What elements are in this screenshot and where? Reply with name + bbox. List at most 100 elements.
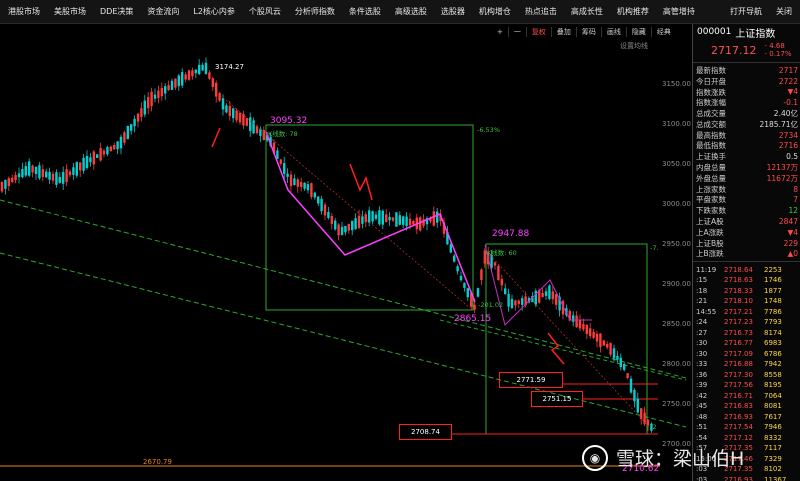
candle-body (483, 250, 486, 264)
candle-body (391, 217, 395, 221)
candle-body (612, 348, 616, 359)
candle-body (38, 165, 41, 179)
tick-price: 2716.93 (724, 412, 753, 421)
stat-row: 最新指数 2717 (693, 65, 800, 76)
menu-item[interactable]: 热点追击 (525, 6, 557, 17)
chart-toolbar: + 一复权 叠加 筹码 画线 隐藏 经典 (492, 26, 676, 38)
tick-row[interactable]: :54 2717.12 8332 (693, 432, 800, 443)
stat-row: 总成交量 2.40亿 (693, 108, 800, 119)
candle-body (408, 218, 412, 226)
y-axis-tick-label: 2850.00 (662, 320, 691, 328)
menu-item[interactable]: 分析师指数 (295, 6, 335, 17)
candle-body (65, 169, 68, 183)
candle-body (72, 167, 75, 175)
menu-item[interactable]: L2核心内参 (193, 6, 235, 17)
candle-body (456, 266, 459, 272)
candle-body (385, 214, 388, 222)
tick-row[interactable]: :42 2716.71 7064 (693, 390, 800, 401)
y-axis-tick-label: 2800.00 (662, 360, 691, 368)
tick-row[interactable]: :15 2718.63 1746 (693, 275, 800, 286)
tick-row[interactable]: :48 2716.93 7617 (693, 411, 800, 422)
tick-row[interactable]: :51 2717.54 7946 (693, 422, 800, 433)
menu-item[interactable]: 资金流向 (147, 6, 179, 17)
candle-body (11, 177, 14, 182)
tick-row[interactable]: 11:19 2718.64 2253 (693, 264, 800, 275)
toolbar-button[interactable]: 复权 (525, 27, 551, 37)
tick-row[interactable]: :36 2717.30 8558 (693, 369, 800, 380)
menu-right: 打开导航 关闭 (724, 6, 800, 17)
toolbar-button[interactable]: 隐藏 (625, 27, 651, 37)
candle-body (4, 179, 7, 189)
menu-right-item[interactable]: 打开导航 (730, 6, 762, 17)
candle-body (344, 225, 347, 233)
candle-body (167, 85, 170, 91)
stat-value: 7 (793, 195, 798, 205)
peak1-label: 3095.32 (270, 116, 308, 126)
toolbar-button[interactable]: 一 (507, 27, 526, 37)
candle-body (235, 110, 238, 121)
tick-time: :39 (696, 381, 708, 390)
tick-volume: 6786 (764, 349, 782, 358)
level-box-2708[interactable]: 2708.74 (399, 424, 452, 440)
tick-price: 2718.64 (724, 265, 753, 274)
level-box-2771[interactable]: 2771.59 (499, 372, 563, 388)
menu-item[interactable]: 港股市场 (8, 6, 40, 17)
toolbar-button[interactable]: + (492, 27, 508, 37)
menu-item[interactable]: DDE决策 (100, 6, 133, 17)
menu-item[interactable]: 机构推荐 (617, 6, 649, 17)
tick-row[interactable]: :45 2716.83 8081 (693, 401, 800, 412)
stat-label: 指数涨幅 (696, 98, 726, 108)
tick-row[interactable]: :30 2717.09 6786 (693, 348, 800, 359)
candle-body (194, 69, 197, 74)
tick-row[interactable]: :30 2716.77 6983 (693, 338, 800, 349)
candle-body (238, 112, 242, 123)
candle-body (198, 64, 201, 75)
tick-row[interactable]: :27 2716.73 8174 (693, 327, 800, 338)
chart-canvas[interactable] (0, 40, 692, 481)
stat-value: 2.40亿 (773, 109, 798, 119)
stat-label: 最新指数 (696, 65, 726, 75)
candle-body (555, 293, 558, 305)
tick-row[interactable]: :03 2716.93 11367 (693, 474, 800, 481)
candle-body (221, 98, 225, 110)
stat-value: 2734 (778, 130, 798, 140)
tick-row[interactable]: :21 2718.10 1748 (693, 296, 800, 307)
menu-item[interactable]: 条件选股 (349, 6, 381, 17)
tick-price: 2718.63 (724, 276, 753, 285)
level-box-2751[interactable]: 2751.15 (531, 391, 583, 407)
candle-body (466, 288, 469, 298)
candle-body (609, 342, 612, 355)
tick-price: 2717.30 (724, 370, 753, 379)
price-change: - 4.68 - 0.17% (765, 42, 792, 58)
menu-right-item[interactable]: 关闭 (776, 6, 792, 17)
tick-row[interactable]: :18 2718.33 1877 (693, 285, 800, 296)
menu-item[interactable]: 选股器 (441, 6, 465, 17)
stat-value: 229 (783, 238, 798, 248)
menu-item[interactable]: 高级选股 (395, 6, 427, 17)
tick-row[interactable]: :33 2716.88 7942 (693, 359, 800, 370)
menu-item[interactable]: 高成长性 (571, 6, 603, 17)
menu-item[interactable]: 高管增持 (663, 6, 695, 17)
tick-row[interactable]: :39 2717.56 8195 (693, 380, 800, 391)
candlestick-chart[interactable] (0, 40, 692, 481)
toolbar-button[interactable]: 叠加 (550, 27, 576, 37)
tick-row[interactable]: :24 2717.23 7793 (693, 317, 800, 328)
candle-body (204, 62, 208, 75)
candle-body (28, 161, 31, 176)
stat-value: 2722 (778, 76, 798, 86)
tick-row[interactable]: 14:55 2717.21 7786 (693, 306, 800, 317)
candle-body (473, 304, 476, 310)
menu-item[interactable]: 美股市场 (54, 6, 86, 17)
candle-body (208, 72, 211, 79)
toolbar-button[interactable]: 画线 (600, 27, 626, 37)
toolbar-button[interactable]: 筹码 (575, 27, 601, 37)
tick-price: 2716.93 (724, 475, 753, 481)
menu-item[interactable]: 个股风云 (249, 6, 281, 17)
tick-price: 2716.77 (724, 339, 753, 348)
menu-item[interactable]: 机构增仓 (479, 6, 511, 17)
candle-body (548, 285, 551, 299)
candle-body (303, 182, 306, 189)
toolbar-button[interactable]: 经典 (650, 27, 676, 37)
candle-body (82, 157, 85, 171)
y-axis-tick-label: 2950.00 (662, 240, 691, 248)
